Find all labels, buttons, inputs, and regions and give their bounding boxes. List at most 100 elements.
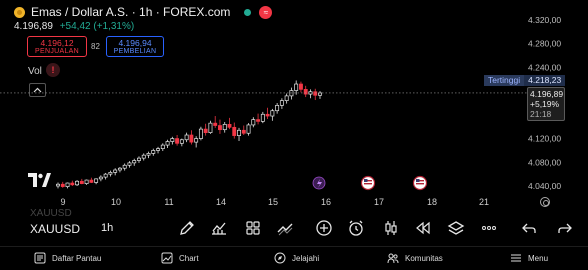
objects-tree-button[interactable] bbox=[447, 219, 465, 237]
grid-icon bbox=[246, 221, 260, 235]
layout-button[interactable] bbox=[244, 219, 262, 237]
candle-body bbox=[89, 179, 94, 183]
chart-settings-icon[interactable] bbox=[540, 197, 550, 207]
candle-body bbox=[137, 157, 141, 161]
flag-stripe bbox=[416, 183, 424, 185]
nav-chart[interactable]: Chart bbox=[161, 252, 199, 264]
chart-icon bbox=[161, 252, 173, 264]
candle-body bbox=[127, 162, 132, 166]
nav-menu[interactable]: Menu bbox=[510, 252, 548, 264]
candle-body bbox=[175, 138, 180, 144]
replay-button[interactable] bbox=[414, 219, 432, 237]
time-axis-label: 21 bbox=[479, 197, 489, 207]
compass-icon bbox=[274, 252, 286, 264]
watchlist-icon bbox=[34, 252, 46, 264]
indicators-icon bbox=[212, 222, 226, 235]
candle-body bbox=[256, 119, 261, 122]
price-axis-label: 4.240,00 bbox=[528, 62, 561, 72]
candle-body bbox=[141, 154, 146, 159]
price-axis-label: 4.280,00 bbox=[528, 39, 561, 49]
us-economic-event-icon bbox=[360, 175, 376, 191]
layers-icon bbox=[447, 221, 465, 235]
candle-body bbox=[151, 150, 156, 154]
add-button[interactable] bbox=[315, 219, 333, 237]
candle-body bbox=[60, 183, 65, 187]
pencil-icon bbox=[180, 221, 194, 235]
time-axis-label: 11 bbox=[164, 197, 173, 207]
candle-body bbox=[218, 125, 222, 131]
timeframe-selector[interactable]: 1h bbox=[101, 222, 113, 234]
price-chart[interactable]: 4.320,004.280,004.240,004.160,004.120,00… bbox=[0, 0, 588, 212]
flag-stripe bbox=[364, 183, 372, 185]
drawing-tool-button[interactable] bbox=[178, 219, 196, 237]
events-layer bbox=[312, 175, 428, 191]
time-axis-label: 15 bbox=[268, 197, 278, 207]
candle-body bbox=[160, 144, 165, 149]
candle-body bbox=[117, 167, 122, 171]
indicators-button[interactable] bbox=[210, 219, 228, 237]
more-button[interactable] bbox=[480, 219, 498, 237]
alarm-clock-icon bbox=[349, 220, 363, 236]
candle-body bbox=[198, 128, 203, 139]
nav-explore-label: Jelajahi bbox=[292, 253, 320, 263]
candle-body bbox=[94, 178, 99, 183]
community-icon bbox=[387, 253, 399, 264]
lightning-event-icon bbox=[312, 176, 326, 190]
symbol-selector[interactable]: XAUUSD bbox=[30, 222, 80, 236]
high-price-tag: Tertinggi 4.218,23 bbox=[484, 75, 566, 86]
candle-body bbox=[194, 138, 199, 143]
nav-watchlist[interactable]: Daftar Pantau bbox=[34, 252, 101, 264]
candle-body bbox=[213, 122, 218, 126]
redo-icon bbox=[558, 223, 572, 233]
candle-body bbox=[189, 134, 194, 143]
candle-body bbox=[232, 126, 237, 136]
candle-body bbox=[84, 179, 89, 184]
candle-body bbox=[132, 160, 137, 164]
candle-body bbox=[79, 180, 84, 184]
candle-body bbox=[222, 123, 227, 131]
price-axis-label: 4.320,00 bbox=[528, 15, 561, 25]
candle-body bbox=[237, 129, 241, 136]
current-price-tag: 4.196,89 +5,19% 21:18 bbox=[527, 87, 565, 121]
candle-body bbox=[170, 138, 175, 142]
candle-body bbox=[241, 129, 246, 134]
candle-body bbox=[108, 172, 113, 175]
candle-body bbox=[313, 91, 318, 96]
nav-community[interactable]: Komunitas bbox=[387, 252, 443, 264]
candle-body bbox=[156, 148, 160, 151]
candle-body bbox=[56, 183, 60, 187]
candle-body bbox=[122, 164, 127, 169]
candle-body bbox=[279, 100, 284, 106]
rewind-icon bbox=[416, 221, 430, 235]
candle-body bbox=[103, 173, 108, 178]
nav-explore[interactable]: Jelajahi bbox=[274, 252, 319, 264]
candle-body bbox=[265, 113, 270, 117]
candle-body bbox=[165, 141, 170, 146]
time-axis-label: 14 bbox=[216, 197, 226, 207]
current-change-value: +5,19% bbox=[530, 99, 560, 109]
chart-type-button[interactable] bbox=[382, 219, 400, 237]
bar-countdown: 21:18 bbox=[530, 109, 552, 119]
menu-icon bbox=[511, 254, 521, 262]
alert-button[interactable] bbox=[347, 219, 365, 237]
time-axis[interactable]: 9 10 11 14 15 16 17 18 21 bbox=[60, 197, 489, 207]
nav-watchlist-label: Daftar Pantau bbox=[52, 253, 102, 263]
candle-body bbox=[275, 105, 280, 112]
bottom-navigation: Daftar Pantau Chart Jelajahi Komunitas M… bbox=[0, 246, 588, 270]
tradingview-logo bbox=[28, 173, 51, 187]
candle-body bbox=[146, 153, 151, 156]
bottom-toolbar bbox=[0, 212, 588, 246]
redo-button[interactable] bbox=[556, 219, 574, 237]
trend-line-button[interactable] bbox=[276, 219, 294, 237]
more-dots-icon bbox=[482, 226, 496, 230]
undo-button[interactable] bbox=[520, 219, 538, 237]
flag-canton bbox=[364, 179, 368, 182]
time-axis-label: 9 bbox=[60, 197, 65, 207]
time-axis-label: 16 bbox=[321, 197, 331, 207]
nav-community-label: Komunitas bbox=[405, 253, 443, 263]
candle-body bbox=[113, 169, 118, 173]
candle-body bbox=[98, 176, 103, 180]
nav-chart-label: Chart bbox=[179, 253, 199, 263]
time-axis-label: 18 bbox=[427, 197, 437, 207]
candle-body bbox=[70, 182, 75, 186]
